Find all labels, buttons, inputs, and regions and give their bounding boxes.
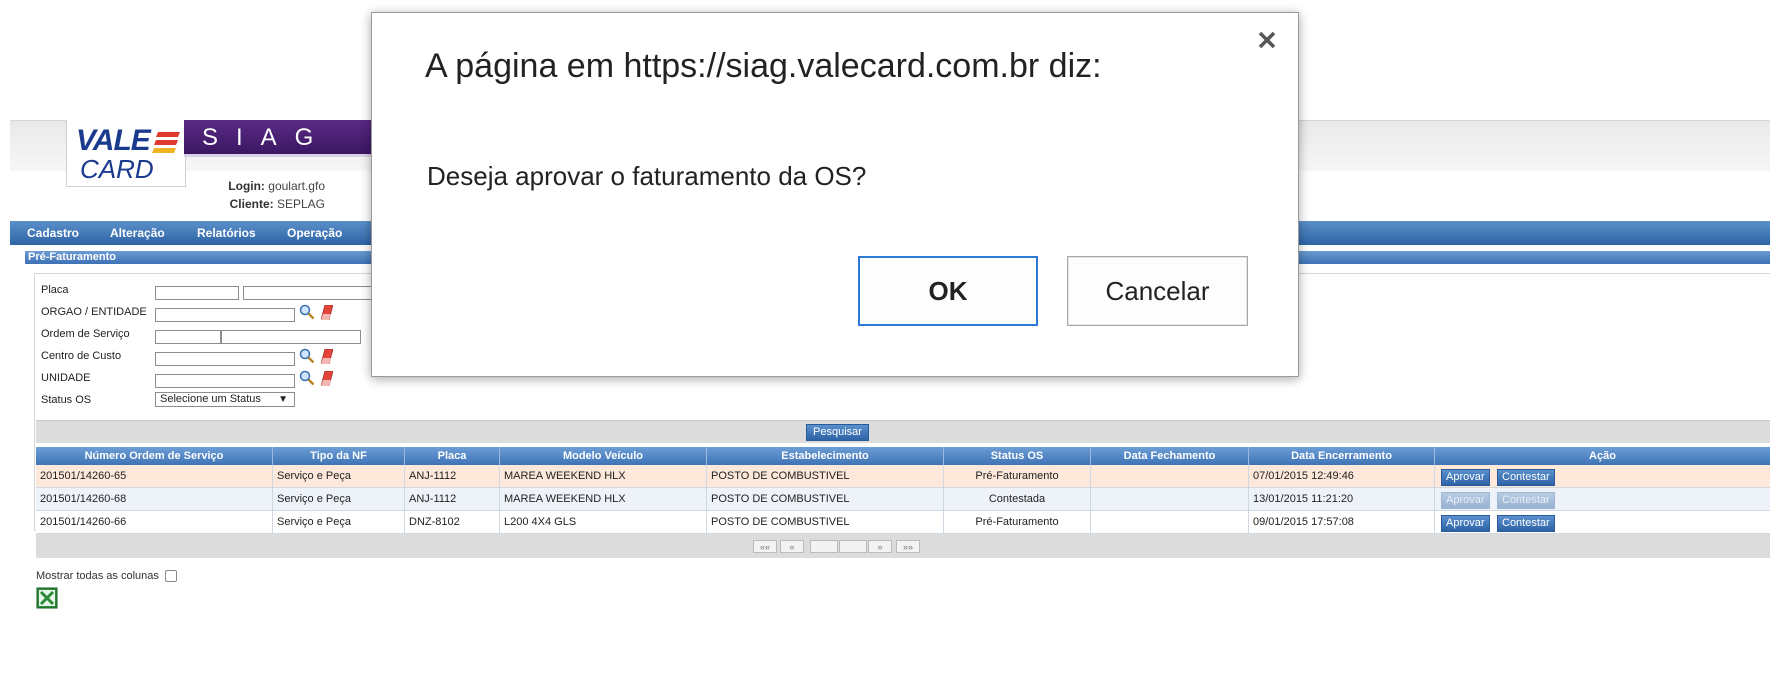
login-label: Login: [228, 179, 265, 193]
cell-encerramento: 09/01/2015 17:57:08 [1249, 511, 1435, 533]
contest-button[interactable]: Contestar [1497, 515, 1555, 532]
pager-first-button[interactable]: «« [753, 540, 777, 553]
cell-tipo: Serviço e Peça [273, 488, 405, 510]
login-value: goulart.gfo [268, 179, 325, 193]
dropdown-arrow-icon: ▼ [278, 394, 288, 405]
logo-product: SIAG [202, 124, 332, 151]
magnifier-icon[interactable] [299, 348, 315, 364]
search-bar: Pesquisar [36, 420, 1770, 443]
col-numero-os[interactable]: Número Ordem de Serviço [36, 447, 273, 465]
menu-item-cadastro[interactable]: Cadastro [27, 226, 79, 240]
cell-os: 201501/14260-65 [36, 465, 273, 487]
col-placa[interactable]: Placa [405, 447, 500, 465]
col-status[interactable]: Status OS [944, 447, 1091, 465]
cell-placa: ANJ-1112 [405, 465, 500, 487]
col-data-fechamento[interactable]: Data Fechamento [1091, 447, 1249, 465]
eraser-icon[interactable] [321, 371, 333, 386]
dialog-title: A página em https://siag.valecard.com.br… [425, 47, 1102, 85]
eraser-icon[interactable] [321, 305, 333, 320]
ok-button[interactable]: OK [858, 256, 1038, 326]
user-info: Login: goulart.gfo Cliente: SEPLAG [190, 177, 325, 213]
centro-input[interactable] [155, 352, 295, 366]
contest-button: Contestar [1497, 492, 1555, 509]
confirm-dialog: A página em https://siag.valecard.com.br… [371, 12, 1299, 377]
col-estabelecimento[interactable]: Estabelecimento [707, 447, 944, 465]
magnifier-icon[interactable] [299, 304, 315, 320]
cell-tipo: Serviço e Peça [273, 465, 405, 487]
orgao-input[interactable] [155, 308, 295, 322]
cell-modelo: L200 4X4 GLS [500, 511, 707, 533]
table-row[interactable]: 201501/14260-65 Serviço e Peça ANJ-1112 … [36, 465, 1770, 488]
menu-item-alteracao[interactable]: Alteração [110, 226, 165, 240]
pager-bar: «« « » »» [36, 534, 1770, 558]
ordem-input-1[interactable] [155, 330, 221, 344]
cell-fechamento [1091, 465, 1249, 487]
cell-placa: ANJ-1112 [405, 488, 500, 510]
menu-item-operacao[interactable]: Operação [287, 226, 342, 240]
pager-page-box[interactable] [810, 540, 838, 553]
dialog-message: Deseja aprovar o faturamento da OS? [427, 161, 867, 191]
approve-button[interactable]: Aprovar [1441, 469, 1490, 486]
status-select[interactable]: Selecione um Status ▼ [155, 392, 295, 407]
cancel-button[interactable]: Cancelar [1067, 256, 1248, 326]
cell-os: 201501/14260-66 [36, 511, 273, 533]
cell-fechamento [1091, 511, 1249, 533]
close-icon[interactable] [1256, 29, 1278, 51]
label-orgao: ORGAO / ENTIDADE [41, 306, 147, 318]
show-all-columns-checkbox[interactable] [164, 570, 177, 583]
pager-last-button[interactable]: »» [896, 540, 920, 553]
table-row[interactable]: 201501/14260-68 Serviço e Peça ANJ-1112 … [36, 488, 1770, 511]
label-placa: Placa [41, 284, 69, 296]
search-button[interactable]: Pesquisar [806, 424, 869, 441]
pager-next-button[interactable]: » [868, 540, 892, 553]
cell-status: Pré-Faturamento [944, 511, 1091, 533]
placa-input-2[interactable] [243, 286, 373, 300]
unidade-input[interactable] [155, 374, 295, 388]
excel-icon[interactable] [36, 587, 58, 609]
ordem-input-2[interactable] [221, 330, 361, 344]
approve-button[interactable]: Aprovar [1441, 515, 1490, 532]
eraser-icon[interactable] [321, 349, 333, 364]
col-acao: Ação [1589, 450, 1616, 462]
cell-encerramento: 07/01/2015 12:49:46 [1249, 465, 1435, 487]
cell-modelo: MAREA WEEKEND HLX [500, 465, 707, 487]
cell-placa: DNZ-8102 [405, 511, 500, 533]
logo-brand-bottom: CARD [80, 154, 154, 184]
pager-total-box [839, 540, 867, 553]
label-centro: Centro de Custo [41, 350, 122, 362]
label-status: Status OS [41, 394, 92, 406]
logo-stripes-icon [152, 132, 180, 153]
cell-modelo: MAREA WEEKEND HLX [500, 488, 707, 510]
col-tipo-nf[interactable]: Tipo da NF [273, 447, 405, 465]
client-label: Cliente: [229, 197, 274, 211]
label-unidade: UNIDADE [41, 372, 91, 384]
label-ordem: Ordem de Serviço [41, 328, 130, 340]
show-all-columns-label: Mostrar todas as colunas [36, 570, 159, 582]
col-data-encerramento[interactable]: Data Encerramento [1249, 447, 1435, 465]
menu-item-relatorios[interactable]: Relatórios [197, 226, 256, 240]
cell-encerramento: 13/01/2015 11:21:20 [1249, 488, 1435, 510]
table-header: Número Ordem de Serviço Tipo da NF Placa… [36, 447, 1770, 465]
client-value: SEPLAG [276, 197, 325, 211]
cell-status: Pré-Faturamento [944, 465, 1091, 487]
placa-input-1[interactable] [155, 286, 239, 300]
cell-status: Contestada [944, 488, 1091, 510]
col-modelo[interactable]: Modelo Veículo [500, 447, 707, 465]
cell-os: 201501/14260-68 [36, 488, 273, 510]
table-row[interactable]: 201501/14260-66 Serviço e Peça DNZ-8102 … [36, 511, 1770, 534]
contest-button[interactable]: Contestar [1497, 469, 1555, 486]
cell-estab: POSTO DE COMBUSTIVEL [707, 465, 944, 487]
cell-tipo: Serviço e Peça [273, 511, 405, 533]
approve-button: Aprovar [1441, 492, 1490, 509]
status-select-value: Selecione um Status [160, 393, 261, 405]
magnifier-icon[interactable] [299, 370, 315, 386]
logo-brand-top: VALE [76, 124, 151, 157]
cell-fechamento [1091, 488, 1249, 510]
cell-estab: POSTO DE COMBUSTIVEL [707, 511, 944, 533]
pager-prev-button[interactable]: « [780, 540, 804, 553]
cell-estab: POSTO DE COMBUSTIVEL [707, 488, 944, 510]
show-all-columns[interactable]: Mostrar todas as colunas [36, 570, 177, 583]
